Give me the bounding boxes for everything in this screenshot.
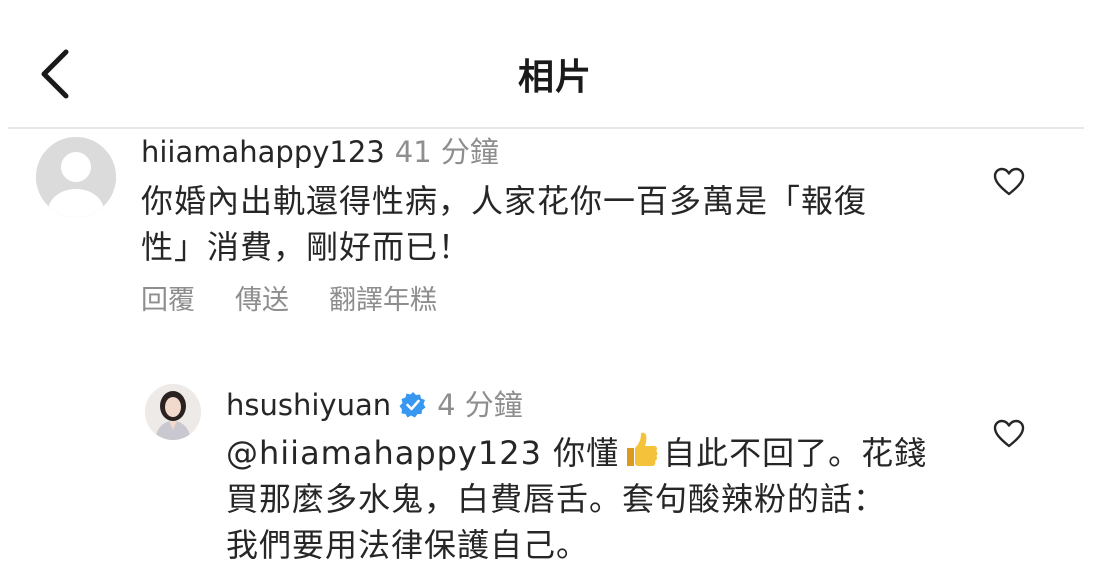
like-heart-icon[interactable] xyxy=(993,419,1025,449)
reply-text-line: 買那麼多水鬼，白費唇舌。套句酸辣粉的話： xyxy=(226,480,887,518)
comment-actions: 回覆 傳送 翻譯年糕 xyxy=(141,278,477,317)
comment-text-line: 性」消費，剛好而已！ xyxy=(141,228,472,266)
comment-time: 41 分鐘 xyxy=(394,135,499,169)
comment-username[interactable]: hiiamahappy123 xyxy=(141,135,385,169)
page-title: 相片 xyxy=(517,57,592,98)
reply-text-segment: 你懂 xyxy=(541,434,620,472)
top-bar: 相片 xyxy=(0,0,1110,128)
reply-text-segment: 自此不回了。花錢 xyxy=(663,434,928,472)
reply-time: 4 分鐘 xyxy=(437,388,523,422)
default-profile-icon xyxy=(36,137,116,217)
reply-username[interactable]: hsushiyuan xyxy=(226,388,391,422)
reply-text-line: @hiiamahappy123 你懂 自此不回了。花錢 xyxy=(226,430,946,476)
reply-button[interactable]: 回覆 xyxy=(141,285,195,316)
thumbs-up-emoji-icon xyxy=(627,432,658,466)
like-heart-icon[interactable] xyxy=(993,167,1025,197)
comment-text: 你婚內出軌還得性病，人家花你一百多萬是「報復 性」消費，剛好而已！ xyxy=(141,178,971,270)
comment-text-line: 你婚內出軌還得性病，人家花你一百多萬是「報復 xyxy=(141,182,868,220)
mention-link[interactable]: @hiiamahappy123 xyxy=(226,434,542,472)
share-button[interactable]: 傳送 xyxy=(235,285,289,316)
profile-photo-icon xyxy=(145,384,201,440)
comment-meta: hiiamahappy123 41 分鐘 xyxy=(141,134,499,170)
reply-meta: hsushiyuan 4 分鐘 xyxy=(226,387,523,423)
reply-text: @hiiamahappy123 你懂 自此不回了。花錢 買那麼多水鬼，白費唇舌。… xyxy=(226,430,946,568)
avatar-default-icon[interactable] xyxy=(36,137,116,217)
header-divider xyxy=(8,127,1084,129)
reply-text-line: 我們要用法律保護自己。 xyxy=(226,526,590,564)
see-translation-button[interactable]: 翻譯年糕 xyxy=(329,285,437,316)
verified-badge-icon xyxy=(399,392,426,418)
avatar[interactable] xyxy=(145,384,201,440)
